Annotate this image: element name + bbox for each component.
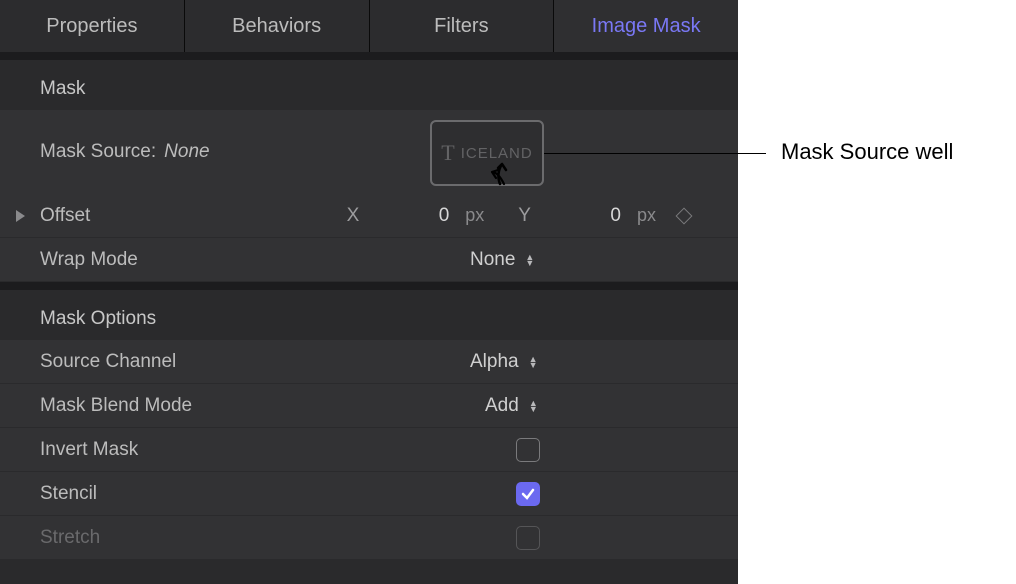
source-channel-row: Source Channel Alpha ▲▼	[0, 340, 738, 384]
offset-row: Offset X 0 px Y 0 px	[0, 194, 738, 238]
callout-leader-line	[544, 153, 766, 154]
mask-source-value: None	[164, 141, 209, 163]
inspector-panel: Properties Behaviors Filters Image Mask …	[0, 0, 738, 584]
mask-blend-value: Add	[485, 395, 519, 417]
mask-blend-select[interactable]: Add ▲▼	[485, 395, 538, 417]
text-type-icon: T	[441, 140, 454, 166]
invert-mask-row: Invert Mask	[0, 428, 738, 472]
stretch-row: Stretch	[0, 516, 738, 560]
wrap-mode-row: Wrap Mode None ▲▼	[0, 238, 738, 282]
tab-filters[interactable]: Filters	[370, 0, 555, 52]
mask-blend-row: Mask Blend Mode Add ▲▼	[0, 384, 738, 428]
stencil-row: Stencil	[0, 472, 738, 516]
mask-blend-label: Mask Blend Mode	[40, 395, 192, 417]
section-mask-options-header: Mask Options	[0, 290, 738, 340]
source-channel-label: Source Channel	[40, 351, 176, 373]
mask-source-well[interactable]: T ICELAND	[430, 120, 544, 186]
divider	[0, 282, 738, 290]
offset-y-label: Y	[518, 205, 531, 227]
disclosure-triangle-icon[interactable]	[16, 210, 25, 222]
callout-label: Mask Source well	[781, 139, 953, 165]
stretch-label: Stretch	[40, 527, 100, 549]
tab-bar: Properties Behaviors Filters Image Mask	[0, 0, 738, 52]
wrap-mode-value: None	[470, 249, 515, 271]
section-mask-header: Mask	[0, 60, 738, 110]
stretch-checkbox	[516, 526, 540, 550]
offset-x-value[interactable]: 0	[379, 205, 449, 227]
offset-x-label: X	[347, 205, 360, 227]
offset-y-value[interactable]: 0	[551, 205, 621, 227]
source-channel-value: Alpha	[470, 351, 519, 373]
wrap-mode-select[interactable]: None ▲▼	[470, 249, 534, 271]
source-channel-select[interactable]: Alpha ▲▼	[470, 351, 538, 373]
keyframe-diamond-icon[interactable]	[676, 207, 693, 224]
stencil-checkbox[interactable]	[516, 482, 540, 506]
invert-mask-label: Invert Mask	[40, 439, 138, 461]
well-layer-name: ICELAND	[461, 145, 533, 162]
tab-behaviors[interactable]: Behaviors	[185, 0, 370, 52]
stencil-label: Stencil	[40, 483, 97, 505]
stepper-arrows-icon: ▲▼	[525, 252, 534, 268]
divider	[0, 52, 738, 60]
tab-properties[interactable]: Properties	[0, 0, 185, 52]
tab-image-mask[interactable]: Image Mask	[554, 0, 738, 52]
invert-mask-checkbox[interactable]	[516, 438, 540, 462]
offset-label: Offset	[40, 205, 90, 227]
offset-x-unit: px	[465, 205, 484, 226]
stepper-arrows-icon: ▲▼	[529, 354, 538, 370]
wrap-mode-label: Wrap Mode	[40, 249, 138, 271]
offset-y-unit: px	[637, 205, 656, 226]
drag-cursor-icon	[490, 158, 518, 186]
mask-source-row: Mask Source: None T ICELAND	[0, 110, 738, 194]
mask-source-label: Mask Source:	[40, 141, 156, 163]
stepper-arrows-icon: ▲▼	[529, 398, 538, 414]
